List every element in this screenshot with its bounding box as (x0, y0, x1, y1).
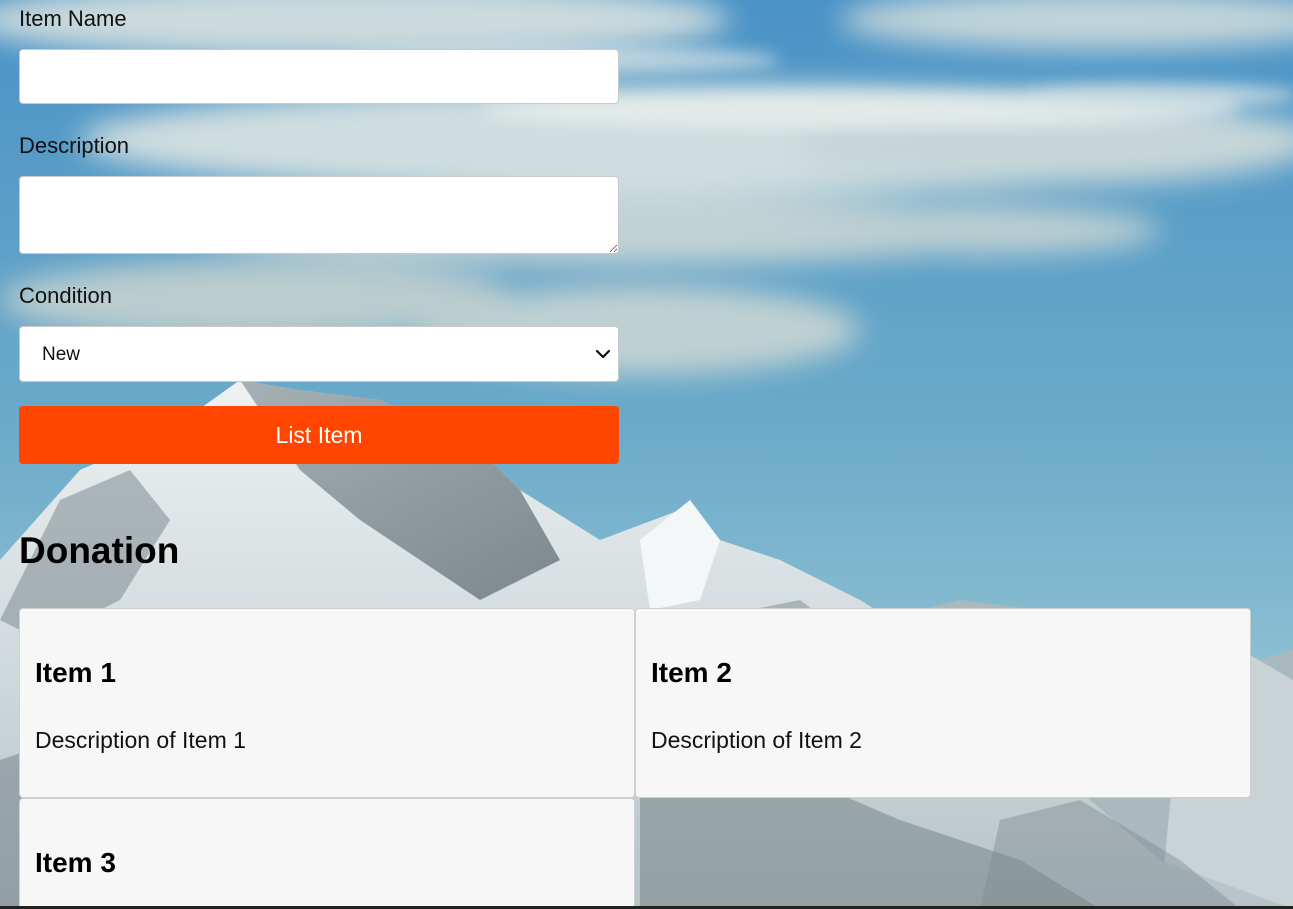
description-textarea[interactable] (19, 176, 619, 254)
condition-select[interactable]: New (19, 326, 619, 382)
item-card[interactable]: Item 2 Description of Item 2 (635, 608, 1251, 798)
item-card-title: Item 1 (35, 657, 116, 688)
item-name-label: Item Name (19, 6, 127, 31)
item-card-title: Item 2 (651, 657, 732, 688)
item-card-description: Description of Item 1 (35, 727, 246, 753)
item-card-description: Description of Item 2 (651, 727, 862, 753)
item-card-title: Item 3 (35, 847, 116, 878)
condition-label: Condition (19, 283, 112, 308)
item-name-input[interactable] (19, 49, 619, 104)
list-item-button[interactable]: List Item (19, 406, 619, 464)
chevron-down-icon (595, 349, 611, 359)
description-label: Description (19, 133, 130, 158)
item-card[interactable]: Item 3 (19, 798, 635, 909)
item-card[interactable]: Item 1 Description of Item 1 (19, 608, 635, 798)
donation-heading: Donation (19, 530, 180, 571)
condition-selected-value: New (42, 344, 81, 365)
page-content: Item Name Description Condition New List… (0, 0, 1293, 909)
